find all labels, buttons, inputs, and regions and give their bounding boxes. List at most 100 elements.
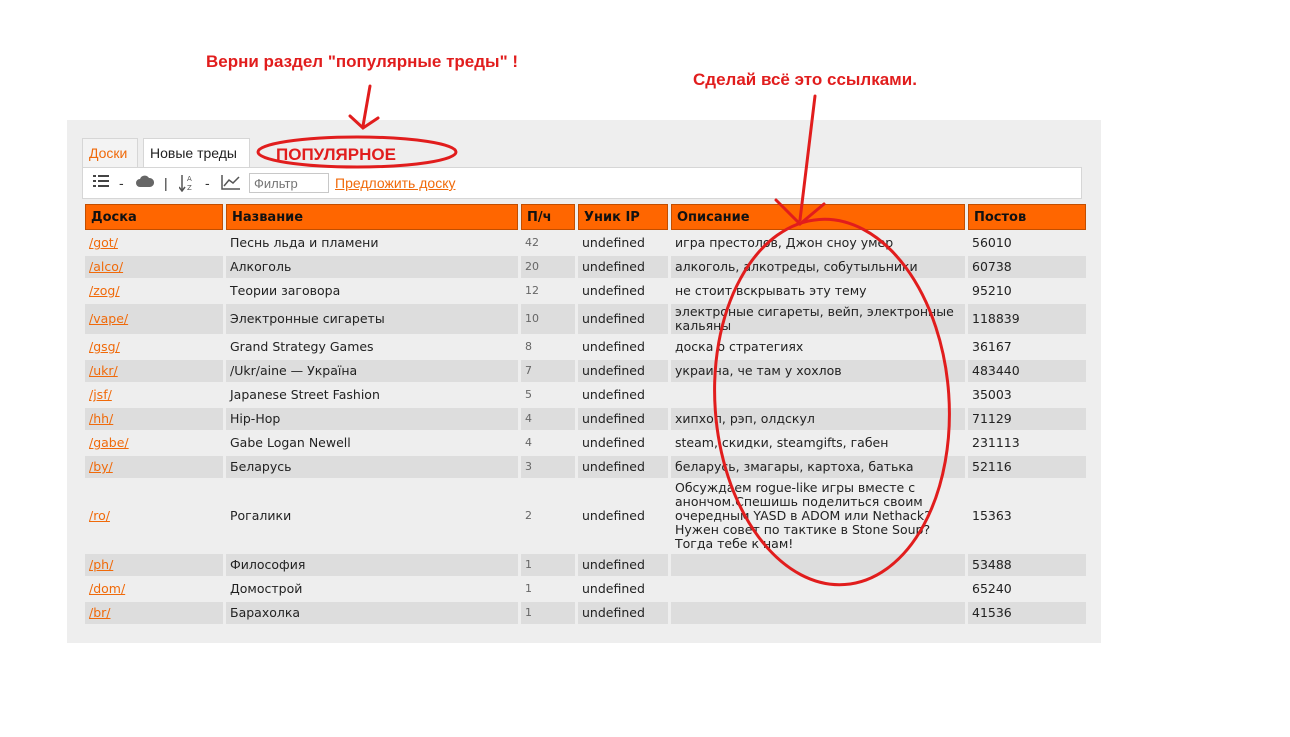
posts-per-hour-cell: 2 bbox=[521, 480, 575, 552]
posts-per-hour-cell: 42 bbox=[521, 232, 575, 254]
board-name-cell: Электронные сигареты bbox=[226, 304, 518, 334]
table-row: /alco/Алкоголь 20 undefined алкоголь, алкот… bbox=[85, 256, 1086, 278]
annotation-return-popular: Верни раздел "популярные треды" ! bbox=[206, 52, 519, 71]
list-icon[interactable] bbox=[93, 174, 109, 192]
post-count-cell: 60738 bbox=[968, 256, 1086, 278]
board-link[interactable]: /jsf/ bbox=[89, 387, 112, 402]
board-name-cell: Философия bbox=[226, 554, 518, 576]
board-name-cell: Теории заговора bbox=[226, 280, 518, 302]
table-row: /by/Беларусь 3 undefined беларусь, змагары,… bbox=[85, 456, 1086, 478]
post-count-cell: 15363 bbox=[968, 480, 1086, 552]
board-link-cell: /alco/ bbox=[85, 256, 223, 278]
table-row: /gsg/Grand Strategy Games 8 undefined доска… bbox=[85, 336, 1086, 358]
table-row: /br/Барахолка 1 undefined 41536 bbox=[85, 602, 1086, 624]
posts-per-hour-cell: 10 bbox=[521, 304, 575, 334]
board-name-cell: Беларусь bbox=[226, 456, 518, 478]
board-description-cell bbox=[671, 384, 965, 406]
post-count-cell: 53488 bbox=[968, 554, 1086, 576]
board-description-cell: не стоит вскрывать эту тему bbox=[671, 280, 965, 302]
post-count-cell: 52116 bbox=[968, 456, 1086, 478]
board-link-cell: /ro/ bbox=[85, 480, 223, 552]
posts-per-hour-cell: 3 bbox=[521, 456, 575, 478]
boards-table: Доска Название П/ч Уник IP Описание Пост… bbox=[82, 202, 1089, 626]
column-header-name[interactable]: Название bbox=[226, 204, 518, 230]
board-description-cell bbox=[671, 578, 965, 600]
posts-per-hour-cell: 5 bbox=[521, 384, 575, 406]
posts-per-hour-cell: 1 bbox=[521, 578, 575, 600]
board-link-cell: /ukr/ bbox=[85, 360, 223, 382]
filter-input[interactable] bbox=[249, 173, 329, 193]
board-link[interactable]: /gabe/ bbox=[89, 435, 129, 450]
svg-text:Z: Z bbox=[187, 184, 192, 192]
posts-per-hour-cell: 1 bbox=[521, 602, 575, 624]
board-link-cell: /gabe/ bbox=[85, 432, 223, 454]
column-header-unique-ips[interactable]: Уник IP bbox=[578, 204, 668, 230]
board-link[interactable]: /ro/ bbox=[89, 508, 110, 523]
sort-az-icon[interactable]: AZ bbox=[178, 174, 195, 193]
unique-ips-cell: undefined bbox=[578, 408, 668, 430]
board-description-cell: доска о стратегиях bbox=[671, 336, 965, 358]
table-header: Доска Название П/ч Уник IP Описание Пост… bbox=[85, 204, 1086, 230]
column-header-board[interactable]: Доска bbox=[85, 204, 223, 230]
board-name-cell: Алкоголь bbox=[226, 256, 518, 278]
post-count-cell: 118839 bbox=[968, 304, 1086, 334]
posts-per-hour-cell: 20 bbox=[521, 256, 575, 278]
unique-ips-cell: undefined bbox=[578, 232, 668, 254]
board-link[interactable]: /gsg/ bbox=[89, 339, 120, 354]
unique-ips-cell: undefined bbox=[578, 602, 668, 624]
table-row: /ph/Философия 1 undefined 53488 bbox=[85, 554, 1086, 576]
posts-per-hour-cell: 4 bbox=[521, 432, 575, 454]
board-name-cell: Grand Strategy Games bbox=[226, 336, 518, 358]
board-link[interactable]: /dom/ bbox=[89, 581, 125, 596]
board-link-cell: /ph/ bbox=[85, 554, 223, 576]
board-name-cell: Песнь льда и пламени bbox=[226, 232, 518, 254]
board-link-cell: /vape/ bbox=[85, 304, 223, 334]
board-description-cell: украина, че там у хохлов bbox=[671, 360, 965, 382]
board-description-cell: игра престолов, Джон сноу умер bbox=[671, 232, 965, 254]
board-link[interactable]: /got/ bbox=[89, 235, 118, 250]
post-count-cell: 483440 bbox=[968, 360, 1086, 382]
board-description-cell bbox=[671, 602, 965, 624]
tab-boards[interactable]: Доски bbox=[82, 138, 138, 167]
board-link[interactable]: /by/ bbox=[89, 459, 113, 474]
board-description-cell bbox=[671, 554, 965, 576]
column-header-posts[interactable]: Постов bbox=[968, 204, 1086, 230]
unique-ips-cell: undefined bbox=[578, 554, 668, 576]
board-description-cell: хипхоп, рэп, олдскул bbox=[671, 408, 965, 430]
board-description-cell: Обсуждаем rogue-like игры вместе с анонч… bbox=[671, 480, 965, 552]
post-count-cell: 95210 bbox=[968, 280, 1086, 302]
board-name-cell: Домострой bbox=[226, 578, 518, 600]
toolbar-separator: | bbox=[164, 175, 168, 191]
tab-new-threads[interactable]: Новые треды bbox=[143, 138, 250, 167]
unique-ips-cell: undefined bbox=[578, 256, 668, 278]
table-row: /ro/Рогалики 2 undefined Обсуждаем rogue-li… bbox=[85, 480, 1086, 552]
unique-ips-cell: undefined bbox=[578, 280, 668, 302]
column-header-pph[interactable]: П/ч bbox=[521, 204, 575, 230]
unique-ips-cell: undefined bbox=[578, 360, 668, 382]
board-link[interactable]: /alco/ bbox=[89, 259, 123, 274]
column-header-description[interactable]: Описание bbox=[671, 204, 965, 230]
popular-tab-annotation: ПОПУЛЯРНОЕ bbox=[276, 145, 396, 164]
suggest-board-link[interactable]: Предложить доску bbox=[335, 175, 455, 191]
table-row: /ukr/ /Ukr/aine — Україна 7 undefined украин… bbox=[85, 360, 1086, 382]
board-link[interactable]: /vape/ bbox=[89, 311, 128, 326]
board-link-cell: /jsf/ bbox=[85, 384, 223, 406]
svg-text:A: A bbox=[187, 175, 192, 183]
chart-icon[interactable] bbox=[221, 174, 241, 192]
board-link[interactable]: /ukr/ bbox=[89, 363, 118, 378]
board-link[interactable]: /zog/ bbox=[89, 283, 120, 298]
table-row: /got/Песнь льда и пламени 42 undefined игра… bbox=[85, 232, 1086, 254]
board-link-cell: /hh/ bbox=[85, 408, 223, 430]
table-row: /zog/Теории заговора 12 undefined не стоит … bbox=[85, 280, 1086, 302]
posts-per-hour-cell: 8 bbox=[521, 336, 575, 358]
board-link[interactable]: /ph/ bbox=[89, 557, 113, 572]
unique-ips-cell: undefined bbox=[578, 336, 668, 358]
board-link[interactable]: /hh/ bbox=[89, 411, 113, 426]
toolbar: - | AZ - Предложить доску bbox=[82, 167, 1082, 199]
posts-per-hour-cell: 4 bbox=[521, 408, 575, 430]
post-count-cell: 41536 bbox=[968, 602, 1086, 624]
board-link[interactable]: /br/ bbox=[89, 605, 111, 620]
board-link-cell: /zog/ bbox=[85, 280, 223, 302]
cloud-icon[interactable] bbox=[136, 174, 155, 192]
table-row: /gabe/Gabe Logan Newell 4 undefined steam, … bbox=[85, 432, 1086, 454]
